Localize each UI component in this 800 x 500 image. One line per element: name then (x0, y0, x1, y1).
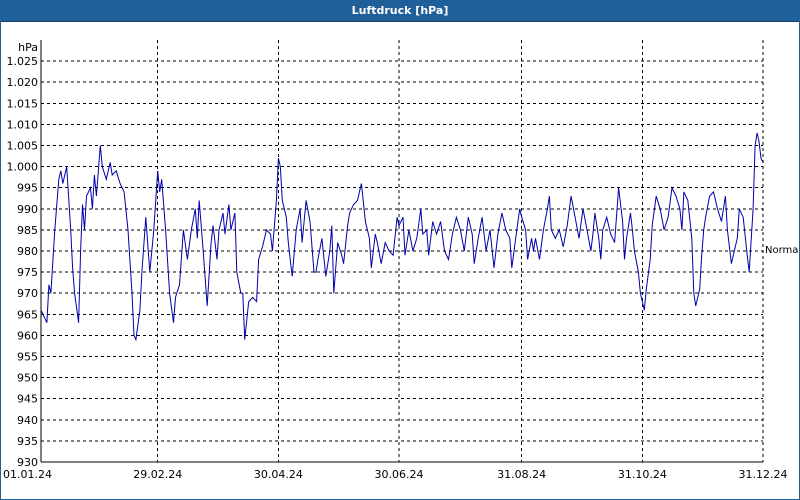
y-tick-label: 980 (17, 245, 38, 258)
y-tick-label: 1.010 (7, 118, 39, 131)
y-tick-label: 1.000 (7, 161, 39, 174)
y-tick-label: 1.015 (7, 97, 39, 110)
y-tick-label: 1.025 (7, 55, 39, 68)
window-title: Luftdruck [hPa] (1, 1, 799, 22)
y-tick-label: 1.020 (7, 76, 39, 89)
y-tick-label: 940 (17, 414, 38, 427)
grid (41, 40, 764, 462)
y-tick-label: 960 (17, 329, 38, 342)
y-tick-label: 935 (17, 435, 38, 448)
x-tick-label: 30.04.24 (254, 468, 303, 481)
x-tick-label: 30.06.24 (375, 468, 424, 481)
y-tick-label: 950 (17, 372, 38, 385)
y-tick-label: 970 (17, 287, 38, 300)
y-tick-label: 955 (17, 351, 38, 364)
line-chart: 9309359409459509559609659709759809859909… (3, 40, 799, 481)
y-axis-label: hPa (18, 41, 38, 54)
series (40, 132, 764, 342)
x-tick-label: 29.02.24 (133, 468, 182, 481)
y-tick-label: 945 (17, 393, 38, 406)
y-tick-label: 975 (17, 266, 38, 279)
labels: 9309359409459509559609659709759809859909… (3, 41, 799, 481)
y-tick-label: 1.005 (7, 140, 39, 153)
y-tick-label: 990 (17, 203, 38, 216)
normal-annotation: Normal (765, 245, 799, 256)
y-tick-label: 965 (17, 308, 38, 321)
pressure-series-line (40, 132, 764, 342)
y-tick-label: 985 (17, 224, 38, 237)
x-tick-label: 31.10.24 (618, 468, 667, 481)
chart-window: Luftdruck [hPa] 930 935 940 945 950 955 960 965… (0, 0, 800, 500)
y-tick-label: 995 (17, 182, 38, 195)
x-tick-label: 31.12.24 (739, 468, 788, 481)
x-tick-label: 01.01.24 (3, 468, 52, 481)
x-tick-label: 31.08.24 (497, 468, 546, 481)
